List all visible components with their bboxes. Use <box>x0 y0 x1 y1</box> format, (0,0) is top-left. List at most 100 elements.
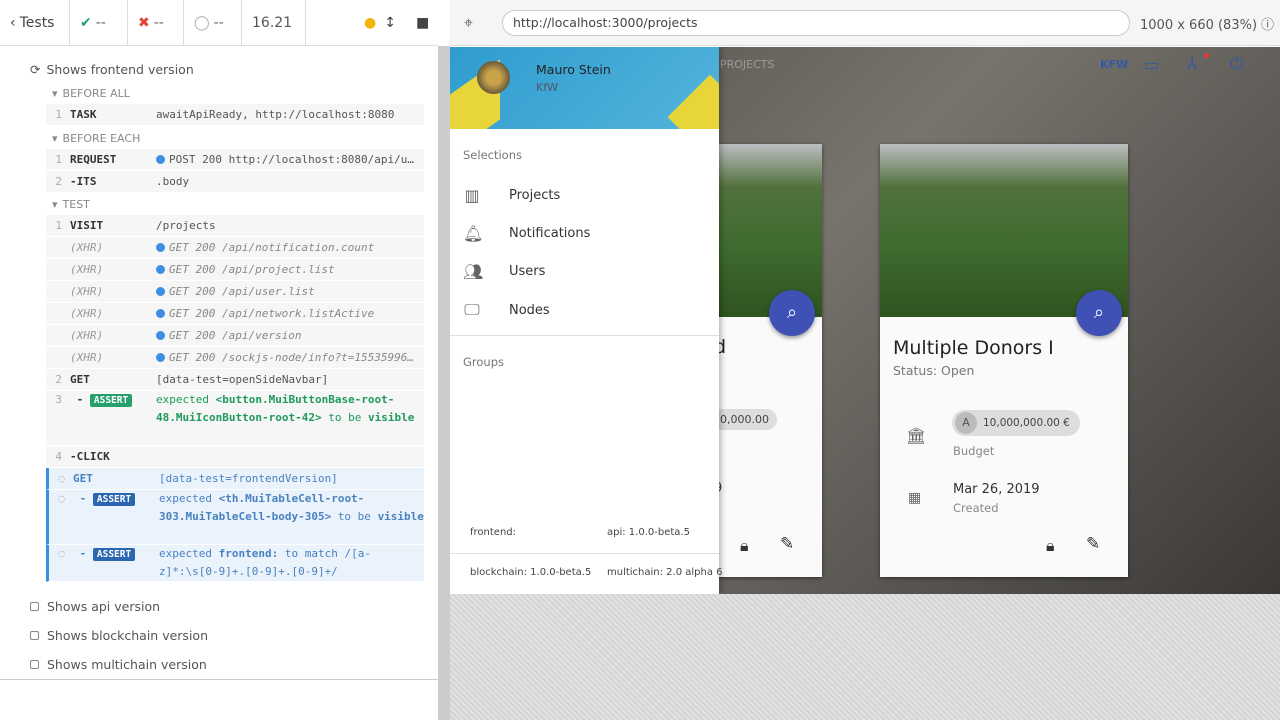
xhr-row[interactable]: (XHR) GET 200 /api/notification.count <box>46 237 424 259</box>
xhr-row[interactable]: (XHR) GET 200 /api/project.list <box>46 259 424 281</box>
test-title-label: Shows frontend version <box>46 62 194 77</box>
view-details-button[interactable]: ⌕ <box>1076 290 1122 336</box>
nav-item-nodes[interactable]: 🖵︎ Nodes <box>463 300 550 320</box>
edit-icon[interactable]: ✎ <box>780 534 794 554</box>
status-dot-icon <box>156 287 165 296</box>
stop-button[interactable]: ■ <box>406 0 436 46</box>
xhr-row[interactable]: (XHR) GET 200 /api/user.list <box>46 281 424 303</box>
info-icon[interactable]: ⓘ <box>1261 18 1274 33</box>
running-command-row[interactable]: ◌ GET [data-test=frontendVersion] <box>46 468 424 490</box>
caret-down-icon: ▾ <box>52 198 58 211</box>
groups-heading: Groups <box>463 355 505 369</box>
breadcrumb-projects[interactable]: PROJECTS <box>720 58 775 71</box>
command-number <box>46 259 70 280</box>
command-name: VISIT <box>70 219 104 232</box>
url-bar[interactable]: http://localhost:3000/projects <box>502 10 1130 36</box>
nav-item-projects[interactable]: ▥ Projects <box>463 186 560 205</box>
assert-tail: to be <box>337 510 371 523</box>
nav-item-users[interactable]: 👥︎ Users <box>463 262 545 281</box>
command-name: -CLICK <box>70 450 110 463</box>
edit-icon[interactable]: ✎ <box>1086 534 1100 554</box>
status-dot-icon <box>156 353 165 362</box>
command-message: .body <box>156 175 190 188</box>
xhr-row[interactable]: (XHR) GET 200 /api/version <box>46 325 424 347</box>
selector-playground-icon[interactable]: ⌖ <box>464 13 473 33</box>
command-message-text: GET 200 /api/user.list <box>169 285 315 298</box>
divider <box>450 335 719 336</box>
lock-icon[interactable]: 🔒︎ <box>740 536 749 556</box>
assert-badge: ASSERT <box>92 548 136 561</box>
assert-row[interactable]: 3 - ASSERT expected <button.MuiButtonBas… <box>46 391 424 446</box>
command-name: GET <box>70 373 90 386</box>
currency-avatar: A <box>955 412 977 434</box>
hook-before-each[interactable]: ▾ BEFORE EACH <box>52 132 140 145</box>
command-number: 3 <box>55 393 62 406</box>
project-date: Mar 26, 2019 <box>953 482 1040 497</box>
xhr-row[interactable]: (XHR) GET 200 /sockjs-node/info?t=155359… <box>46 347 424 369</box>
command-name: (XHR) <box>70 351 104 364</box>
assert-tail: to be <box>328 411 362 424</box>
command-row[interactable]: 1 VISIT /projects <box>46 215 424 237</box>
hook-label: BEFORE ALL <box>62 87 130 100</box>
project-card[interactable]: Multiple Donors I Status: Open 🏛︎ A 10,0… <box>880 144 1128 577</box>
command-row[interactable]: 2 -ITS .body <box>46 171 424 193</box>
command-number <box>46 325 70 346</box>
checkbox-icon <box>30 631 39 640</box>
viewport-size: 1000 x 660 (83%) ⓘ <box>1140 14 1274 33</box>
command-message-text: GET 200 /api/project.list <box>169 263 335 276</box>
spinner-icon: ◌ <box>58 472 65 485</box>
command-row[interactable]: 4 -CLICK <box>46 446 424 468</box>
hook-test[interactable]: ▾ TEST <box>52 198 90 211</box>
command-row[interactable]: 2 GET [data-test=openSideNavbar] <box>46 369 424 391</box>
hook-before-all[interactable]: ▾ BEFORE ALL <box>52 87 130 100</box>
reporter-header: ‹ Tests ✔ -- ✖ -- ◯ -- 16.21 ● ↕ ■ <box>0 0 438 46</box>
project-status: Status: Open <box>893 363 975 378</box>
user-name: Mauro Stein <box>536 62 611 77</box>
aut-empty-area <box>450 594 1280 720</box>
power-icon[interactable]: ⏻ <box>1230 54 1243 74</box>
command-message: awaitApiReady, http://localhost:8080 <box>156 108 395 121</box>
command-number <box>46 281 70 302</box>
pending-test[interactable]: Shows api version <box>30 599 160 614</box>
api-version: api: 1.0.0-beta.5 <box>607 527 690 538</box>
failed-count: ✖ -- <box>128 0 184 46</box>
command-message: [data-test=frontendVersion] <box>159 472 338 485</box>
assert-expected: expected <box>159 492 212 505</box>
scroll-toggle-icon[interactable]: ↕ <box>384 15 396 31</box>
command-row[interactable]: 1 REQUEST POST 200 http://localhost:8080… <box>46 149 424 171</box>
avatar <box>477 61 510 94</box>
nav-item-notifications[interactable]: 🔔︎ Notifications <box>463 224 590 243</box>
tests-button[interactable]: ‹ Tests <box>0 0 70 46</box>
command-message: GET 200 /api/user.list <box>156 281 424 302</box>
assert-tail: to match /[a- <box>284 547 371 560</box>
failed-value: -- <box>153 14 164 31</box>
message-icon[interactable]: ▭ <box>1144 55 1159 74</box>
pending-test[interactable]: Shows blockchain version <box>30 628 208 643</box>
xhr-row[interactable]: (XHR) GET 200 /api/network.listActive <box>46 303 424 325</box>
spinner-icon: ◌ <box>58 547 65 560</box>
zoom-icon: ⌕ <box>786 302 798 323</box>
command-row[interactable]: 1 TASK awaitApiReady, http://localhost:8… <box>46 104 424 126</box>
reporter-scrollbar[interactable] <box>438 46 450 720</box>
pending-test-label: Shows api version <box>47 599 161 614</box>
view-details-button[interactable]: ⌕ <box>769 290 815 336</box>
nav-item-label: Projects <box>509 188 561 203</box>
notification-dot-icon <box>1204 53 1209 58</box>
project-title: Multiple Donors I <box>893 337 1054 359</box>
assert-tail2: visible <box>377 510 424 523</box>
command-name: TASK <box>70 108 97 121</box>
lock-icon[interactable]: 🔒︎ <box>1046 536 1055 556</box>
pending-test-label: Shows multichain version <box>47 657 207 672</box>
network-icon[interactable]: ⅄ <box>1187 54 1197 74</box>
status-dot-icon <box>156 265 165 274</box>
caret-down-icon: ▾ <box>52 87 58 100</box>
date-label: Created <box>953 501 999 515</box>
running-assert-row[interactable]: ◌ - ASSERT expected <th.MuiTableCell-roo… <box>46 490 424 545</box>
command-message: GET 200 /api/project.list <box>156 259 424 280</box>
test-title[interactable]: ⟳ Shows frontend version <box>30 62 194 77</box>
tests-label: Tests <box>19 14 55 31</box>
pending-test[interactable]: Shows multichain version <box>30 657 207 672</box>
running-assert-row[interactable]: ◌ - ASSERT expected frontend: to match /… <box>46 545 424 582</box>
nav-item-label: Nodes <box>509 302 550 318</box>
status-dot-icon <box>156 243 165 252</box>
